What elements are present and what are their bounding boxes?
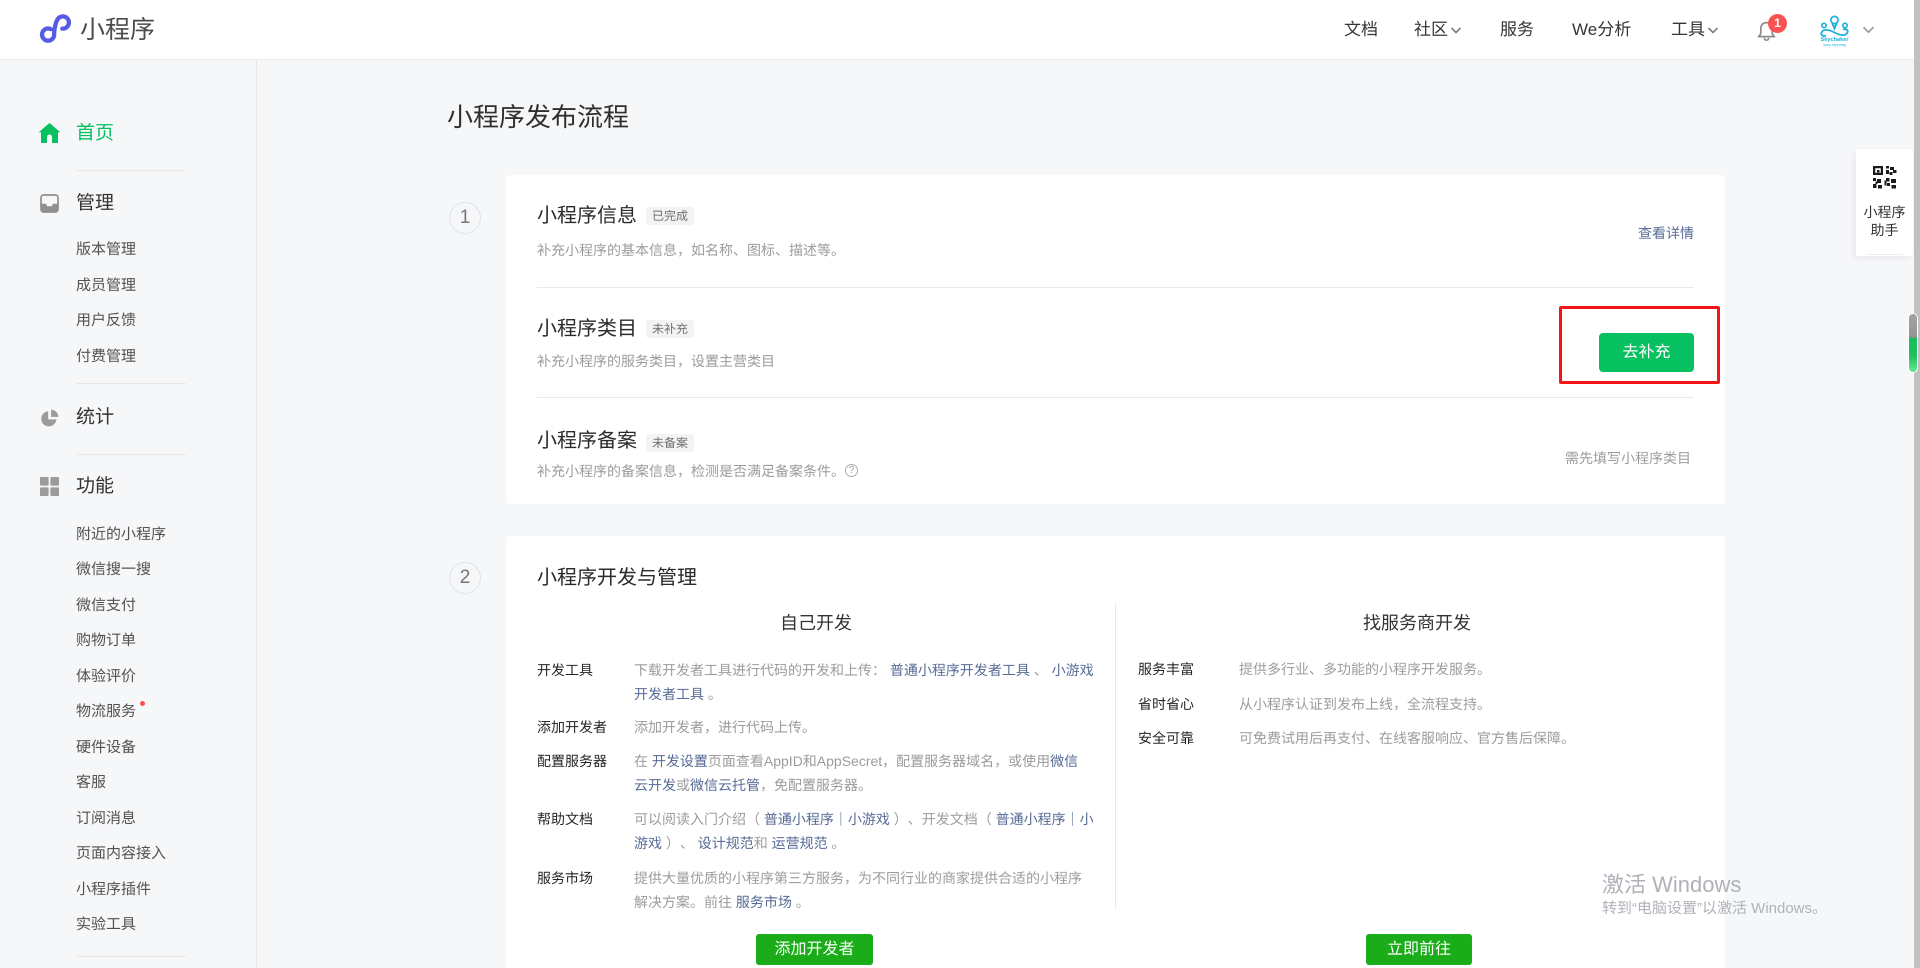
svg-text:keep exploring: keep exploring [1823,43,1845,47]
